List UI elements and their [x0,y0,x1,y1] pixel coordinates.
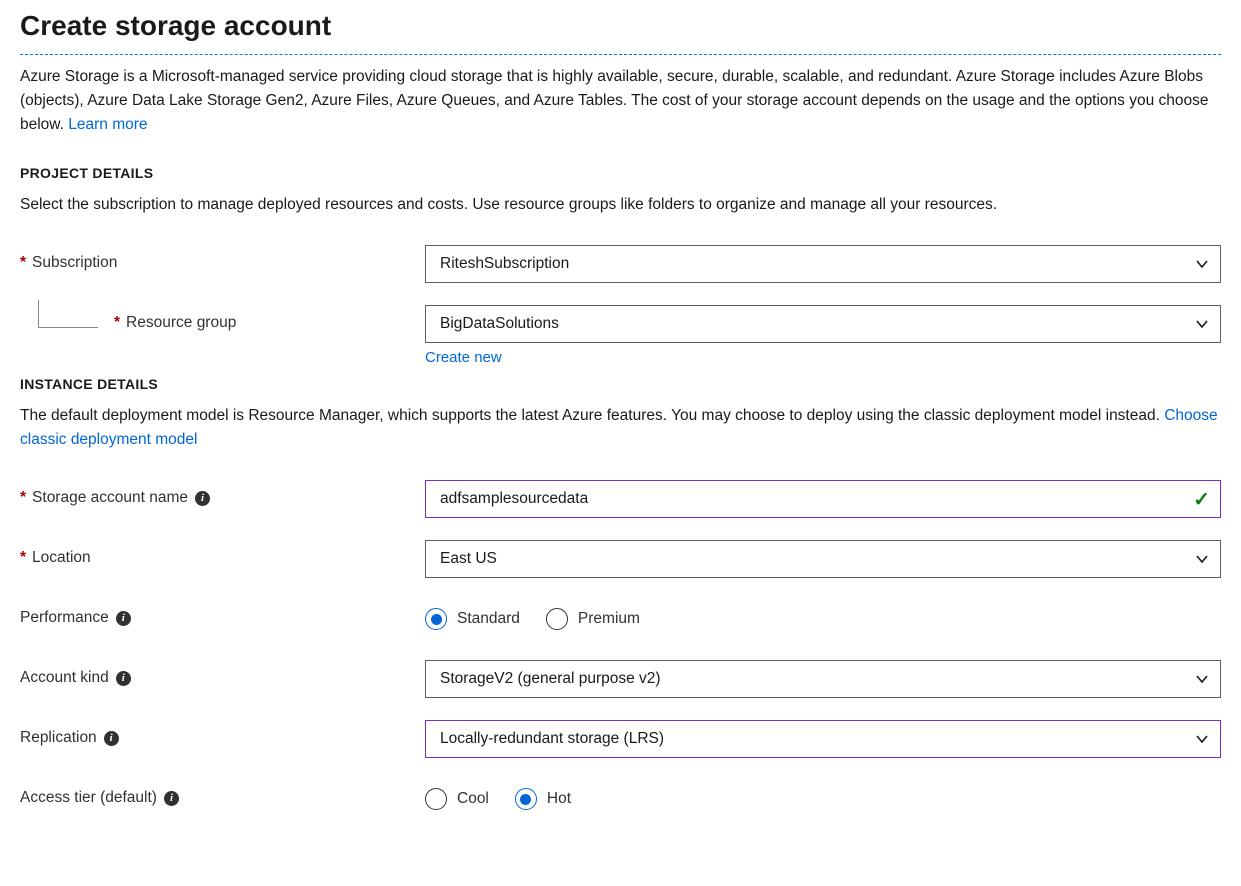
info-icon[interactable]: i [116,611,131,626]
account-kind-label: Account kind i [20,660,425,696]
check-icon: ✓ [1193,487,1210,512]
storage-name-value: adfsamplesourcedata [440,490,588,508]
divider [20,54,1221,55]
location-label: * Location [20,540,425,576]
performance-premium-radio[interactable]: Premium [546,608,640,630]
resource-group-dropdown[interactable]: BigDataSolutions [425,305,1221,343]
performance-label: Performance i [20,600,425,636]
access-tier-cool-label: Cool [457,790,489,808]
access-tier-cool-radio[interactable]: Cool [425,788,489,810]
performance-radio-group: Standard Premium [425,600,1221,638]
chevron-down-icon [1194,671,1210,687]
instance-details-desc: The default deployment model is Resource… [20,404,1221,452]
intro-text: Azure Storage is a Microsoft-managed ser… [20,65,1221,137]
info-icon[interactable]: i [116,671,131,686]
access-tier-hot-radio[interactable]: Hot [515,788,571,810]
access-tier-row: Access tier (default) i Cool Hot [20,780,1221,818]
access-tier-radio-group: Cool Hot [425,780,1221,818]
performance-label-text: Performance [20,609,109,627]
subscription-label-text: Subscription [32,254,117,272]
storage-name-label-text: Storage account name [32,489,188,507]
location-row: * Location East US [20,540,1221,578]
storage-name-input[interactable]: adfsamplesourcedata ✓ [425,480,1221,518]
page-title: Create storage account [20,0,1221,54]
required-star: * [20,549,26,567]
account-kind-dropdown[interactable]: StorageV2 (general purpose v2) [425,660,1221,698]
location-dropdown[interactable]: East US [425,540,1221,578]
resource-group-value: BigDataSolutions [440,315,559,333]
subscription-dropdown[interactable]: RiteshSubscription [425,245,1221,283]
radio-icon [515,788,537,810]
project-details-desc: Select the subscription to manage deploy… [20,193,1221,217]
replication-label-text: Replication [20,729,97,747]
access-tier-hot-label: Hot [547,790,571,808]
location-value: East US [440,550,497,568]
instance-desc-body: The default deployment model is Resource… [20,407,1164,424]
intro-body: Azure Storage is a Microsoft-managed ser… [20,68,1209,133]
required-star: * [20,489,26,507]
subscription-value: RiteshSubscription [440,255,569,273]
tree-connector [38,300,98,328]
account-kind-row: Account kind i StorageV2 (general purpos… [20,660,1221,698]
project-details-header: PROJECT DETAILS [20,165,1221,181]
storage-name-row: * Storage account name i adfsamplesource… [20,480,1221,518]
replication-row: Replication i Locally-redundant storage … [20,720,1221,758]
account-kind-value: StorageV2 (general purpose v2) [440,670,661,688]
replication-value: Locally-redundant storage (LRS) [440,730,664,748]
chevron-down-icon [1194,256,1210,272]
chevron-down-icon [1194,316,1210,332]
performance-row: Performance i Standard Premium [20,600,1221,638]
resource-group-label-col: * Resource group [20,305,425,341]
info-icon[interactable]: i [164,791,179,806]
storage-name-label: * Storage account name i [20,480,425,516]
learn-more-link[interactable]: Learn more [68,116,147,133]
performance-premium-label: Premium [578,610,640,628]
info-icon[interactable]: i [195,491,210,506]
replication-dropdown[interactable]: Locally-redundant storage (LRS) [425,720,1221,758]
resource-group-row: * Resource group BigDataSolutions Create… [20,305,1221,366]
chevron-down-icon [1194,551,1210,567]
instance-details-header: INSTANCE DETAILS [20,376,1221,392]
account-kind-label-text: Account kind [20,669,109,687]
chevron-down-icon [1194,731,1210,747]
radio-icon [425,608,447,630]
access-tier-label-text: Access tier (default) [20,789,157,807]
required-star: * [114,314,120,332]
performance-standard-radio[interactable]: Standard [425,608,520,630]
required-star: * [20,254,26,272]
subscription-label: * Subscription [20,245,425,281]
performance-standard-label: Standard [457,610,520,628]
replication-label: Replication i [20,720,425,756]
access-tier-label: Access tier (default) i [20,780,425,816]
info-icon[interactable]: i [104,731,119,746]
subscription-row: * Subscription RiteshSubscription [20,245,1221,283]
radio-icon [546,608,568,630]
location-label-text: Location [32,549,91,567]
radio-icon [425,788,447,810]
create-new-link[interactable]: Create new [425,349,502,366]
resource-group-label-text: Resource group [126,314,236,332]
